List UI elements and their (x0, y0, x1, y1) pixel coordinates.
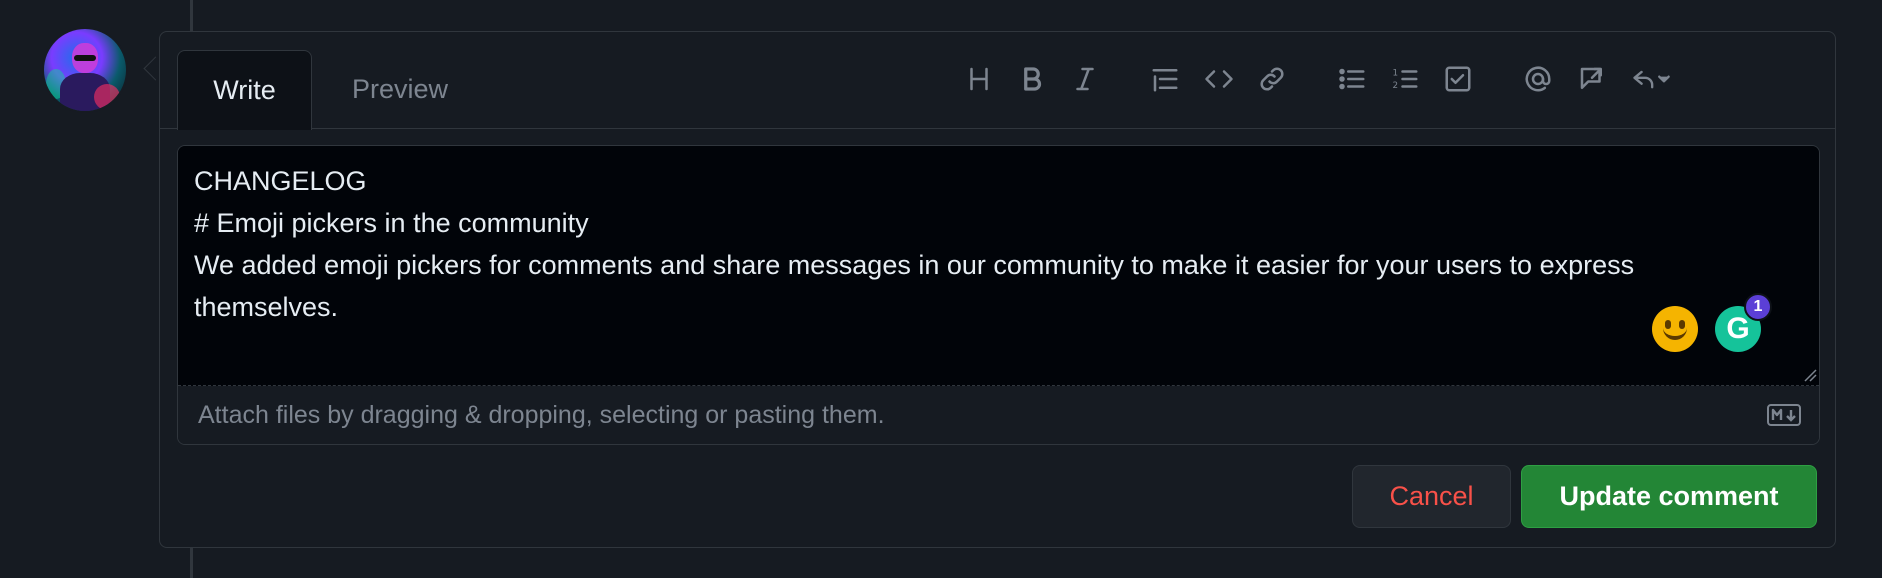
link-icon[interactable] (1249, 54, 1295, 104)
avatar-highlight (94, 84, 120, 110)
editor-line: We added emoji pickers for comments and … (194, 250, 1642, 322)
comment-editor[interactable]: CHANGELOG # Emoji pickers in the communit… (177, 145, 1820, 445)
italic-icon[interactable] (1062, 54, 1108, 104)
emoji-mouth (1663, 328, 1687, 340)
cancel-button[interactable]: Cancel (1352, 465, 1511, 528)
comment-editor-card: Write Preview 1 2 CHANGELOG # Emoji pick… (159, 31, 1836, 548)
task-list-icon[interactable] (1435, 54, 1481, 104)
grammarly-count-badge: 1 (1744, 293, 1772, 321)
editor-line: CHANGELOG (194, 166, 367, 196)
attach-files-text: Attach files by dragging & dropping, sel… (198, 401, 885, 429)
heading-icon[interactable] (956, 54, 1002, 104)
unordered-list-icon[interactable] (1329, 54, 1375, 104)
bold-icon[interactable] (1009, 54, 1055, 104)
attach-files-bar[interactable]: Attach files by dragging & dropping, sel… (178, 386, 1819, 444)
svg-text:2: 2 (1393, 81, 1399, 91)
avatar-glasses (74, 55, 96, 61)
emoji-picker-icon[interactable] (1652, 306, 1698, 352)
svg-text:1: 1 (1393, 68, 1399, 78)
editor-tabbar: Write Preview 1 2 (160, 32, 1835, 130)
cancel-button-label: Cancel (1389, 481, 1474, 511)
grammarly-count: 1 (1753, 298, 1763, 315)
update-comment-button-label: Update comment (1559, 481, 1779, 511)
markdown-icon[interactable] (1767, 404, 1801, 426)
update-comment-button[interactable]: Update comment (1521, 465, 1817, 528)
mention-icon[interactable] (1515, 54, 1561, 104)
code-icon[interactable] (1196, 54, 1242, 104)
comment-textarea[interactable]: CHANGELOG # Emoji pickers in the communit… (178, 146, 1819, 386)
reply-icon[interactable] (1621, 54, 1681, 104)
resize-handle-icon[interactable] (1803, 368, 1817, 382)
formatting-toolbar: 12 (160, 54, 1835, 104)
reference-icon[interactable] (1569, 54, 1615, 104)
ordered-list-icon[interactable]: 12 (1382, 54, 1428, 104)
quote-icon[interactable] (1142, 54, 1188, 104)
avatar[interactable] (44, 29, 126, 111)
editor-line: # Emoji pickers in the community (194, 208, 589, 238)
grammarly-letter: G (1726, 312, 1750, 345)
